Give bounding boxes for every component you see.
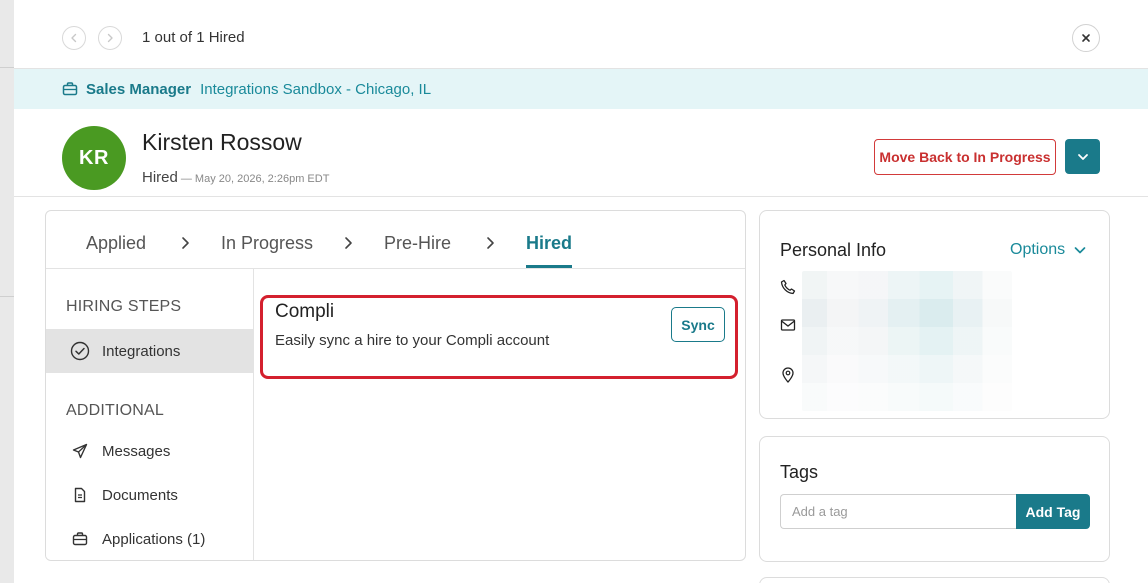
personal-info-title: Personal Info: [780, 240, 887, 260]
close-icon: [1082, 34, 1090, 42]
additional-heading: ADDITIONAL: [66, 402, 165, 419]
hiring-card: Applied In Progress Pre-Hire Hired HIRIN…: [45, 210, 746, 561]
add-tag-button[interactable]: Add Tag: [1016, 494, 1090, 529]
candidate-detail-panel: 1 out of 1 Hired Sales Manager Integrati…: [14, 0, 1148, 583]
briefcase-icon: [70, 529, 90, 549]
integration-card-compli: Compli Easily sync a hire to your Compli…: [260, 295, 738, 379]
document-icon: [70, 485, 90, 505]
tab-in-progress[interactable]: In Progress: [221, 233, 313, 254]
chevron-left-icon: [71, 33, 77, 43]
job-location-link[interactable]: Integrations Sandbox - Chicago, IL: [200, 81, 431, 98]
sidebar-item-messages[interactable]: Messages: [46, 429, 253, 473]
previous-candidate-button[interactable]: [62, 26, 86, 50]
options-dropdown[interactable]: Options: [1010, 241, 1087, 259]
next-candidate-button[interactable]: [98, 26, 122, 50]
divider: [0, 296, 14, 297]
chevron-right-icon: [342, 235, 354, 251]
tab-pre-hire[interactable]: Pre-Hire: [384, 233, 451, 254]
background-page-strip: [0, 0, 14, 583]
redacted-contact-details: [802, 271, 1012, 411]
candidate-header: KR Kirsten Rossow Hired — May 20, 2026, 2…: [14, 109, 1148, 197]
panel-top-bar: 1 out of 1 Hired: [14, 0, 1148, 69]
avatar: KR: [62, 126, 126, 190]
candidate-counter: 1 out of 1 Hired: [142, 29, 245, 46]
job-banner: Sales Manager Integrations Sandbox - Chi…: [14, 69, 1148, 109]
candidate-name: Kirsten Rossow: [142, 129, 302, 155]
tab-applied[interactable]: Applied: [86, 233, 146, 254]
move-back-button[interactable]: Move Back to In Progress: [874, 139, 1056, 175]
hiring-sidebar: HIRING STEPS Integrations ADDITIONAL Mes…: [46, 269, 254, 560]
integration-description: Easily sync a hire to your Compli accoun…: [275, 332, 550, 349]
chevron-right-icon: [484, 235, 496, 251]
stage-tabs: Applied In Progress Pre-Hire Hired: [46, 211, 745, 269]
briefcase-icon: [62, 81, 78, 97]
integrations-content: Compli Easily sync a hire to your Compli…: [254, 269, 745, 560]
chevron-right-icon: [107, 33, 113, 43]
sync-button[interactable]: Sync: [671, 307, 725, 342]
job-title-link[interactable]: Sales Manager: [86, 81, 191, 98]
send-icon: [70, 441, 90, 461]
chevron-right-icon: [179, 235, 191, 251]
active-tab-indicator: [526, 265, 572, 268]
location-pin-icon: [780, 367, 796, 383]
personal-info-card: Personal Info Options: [759, 210, 1110, 419]
sidebar-item-label: Integrations: [102, 342, 181, 360]
candidate-status: Hired — May 20, 2026, 2:26pm EDT: [142, 169, 329, 186]
sidebar-item-documents[interactable]: Documents: [46, 473, 253, 517]
hiring-steps-heading: HIRING STEPS: [66, 298, 182, 315]
divider: [0, 67, 14, 68]
integration-name: Compli: [275, 301, 335, 322]
sidebar-item-label: Messages: [102, 442, 171, 460]
tags-title: Tags: [780, 462, 819, 482]
next-card: [759, 577, 1110, 583]
status-label: Hired: [142, 169, 178, 186]
sidebar-item-applications[interactable]: Applications (1): [46, 517, 253, 560]
status-date: — May 20, 2026, 2:26pm EDT: [180, 173, 330, 185]
close-panel-button[interactable]: [1072, 24, 1100, 52]
sidebar-item-label: Documents: [102, 486, 178, 504]
tag-input[interactable]: [780, 494, 1017, 529]
phone-icon: [780, 279, 796, 295]
sidebar-item-label: Applications (1): [102, 530, 206, 548]
check-circle-icon: [70, 341, 90, 361]
tab-hired[interactable]: Hired: [526, 233, 572, 254]
sidebar-item-integrations[interactable]: Integrations: [46, 329, 253, 373]
options-label: Options: [1010, 241, 1066, 258]
actions-dropdown-button[interactable]: [1065, 139, 1100, 174]
mail-icon: [780, 317, 796, 333]
chevron-down-icon: [1077, 153, 1088, 160]
tags-card: Tags Add Tag: [759, 436, 1110, 562]
chevron-down-icon: [1073, 243, 1087, 257]
